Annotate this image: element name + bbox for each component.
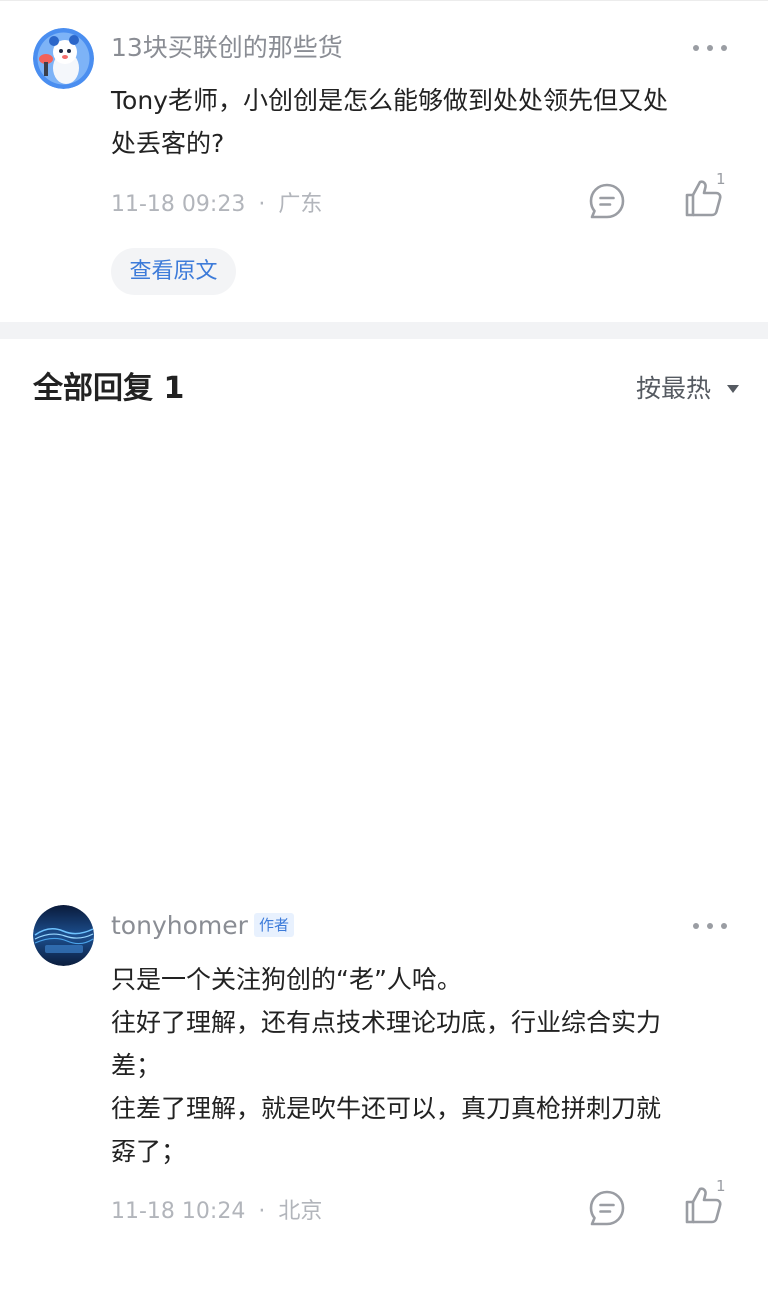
section-divider bbox=[0, 322, 768, 339]
reply-item: tonyhomer 作者 只是一个关注狗创的“老”人哈。 往好了理解，还有点技术… bbox=[0, 440, 768, 1226]
timestamp: 11-18 10:24 bbox=[111, 1199, 246, 1224]
caret-down-icon[interactable] bbox=[727, 385, 739, 393]
reply-line: 往差了理解，就是吹牛还可以，真刀真枪拼刺刀就 bbox=[111, 1094, 662, 1123]
reply-meta: 11-18 10:24 · 北京 bbox=[111, 1197, 322, 1227]
comment-line: Tony老师，小创创是怎么能够做到处处领先但又处 bbox=[111, 86, 668, 115]
comment-text: Tony老师，小创创是怎么能够做到处处领先但又处 处丢客的? bbox=[111, 79, 731, 165]
timestamp: 11-18 09:23 bbox=[111, 192, 246, 217]
username[interactable]: 13块买联创的那些货 bbox=[111, 31, 343, 65]
reply-text: 只是一个关注狗创的“老”人哈。 往好了理解，还有点技术理论功底，行业综合实力 差… bbox=[111, 958, 731, 1173]
author-badge: 作者 bbox=[254, 913, 295, 937]
replies-header: 全部回复 1 按最热 bbox=[0, 339, 768, 440]
reply-line: 差； bbox=[111, 1051, 162, 1080]
reply-line: 只是一个关注狗创的“老”人哈。 bbox=[111, 965, 462, 994]
location: 广东 bbox=[278, 192, 323, 217]
original-comment: 13块买联创的那些货 Tony老师，小创创是怎么能够做到处处领先但又处 处丢客的… bbox=[0, 0, 768, 322]
location: 北京 bbox=[278, 1199, 323, 1224]
avatar[interactable] bbox=[33, 905, 94, 966]
replies-title: 全部回复 1 bbox=[33, 371, 185, 406]
comment-line: 处丢客的? bbox=[111, 129, 225, 158]
more-dots-icon[interactable] bbox=[693, 920, 727, 932]
view-original-button[interactable]: 查看原文 bbox=[111, 248, 236, 295]
like-count: 1 bbox=[716, 170, 726, 188]
avatar[interactable] bbox=[33, 28, 94, 89]
like-count: 1 bbox=[716, 1177, 726, 1195]
sort-button[interactable]: 按最热 bbox=[636, 371, 711, 407]
more-dots-icon[interactable] bbox=[693, 42, 727, 54]
reply-line: 往好了理解，还有点技术理论功底，行业综合实力 bbox=[111, 1008, 662, 1037]
username[interactable]: tonyhomer bbox=[111, 909, 248, 943]
reply-line: 孬了； bbox=[111, 1137, 187, 1166]
comment-meta: 11-18 09:23 · 广东 bbox=[111, 190, 322, 220]
meta-separator: · bbox=[258, 192, 266, 217]
comment-bubble-icon[interactable] bbox=[588, 1189, 626, 1227]
comment-bubble-icon[interactable] bbox=[588, 182, 626, 220]
meta-separator: · bbox=[258, 1199, 266, 1224]
